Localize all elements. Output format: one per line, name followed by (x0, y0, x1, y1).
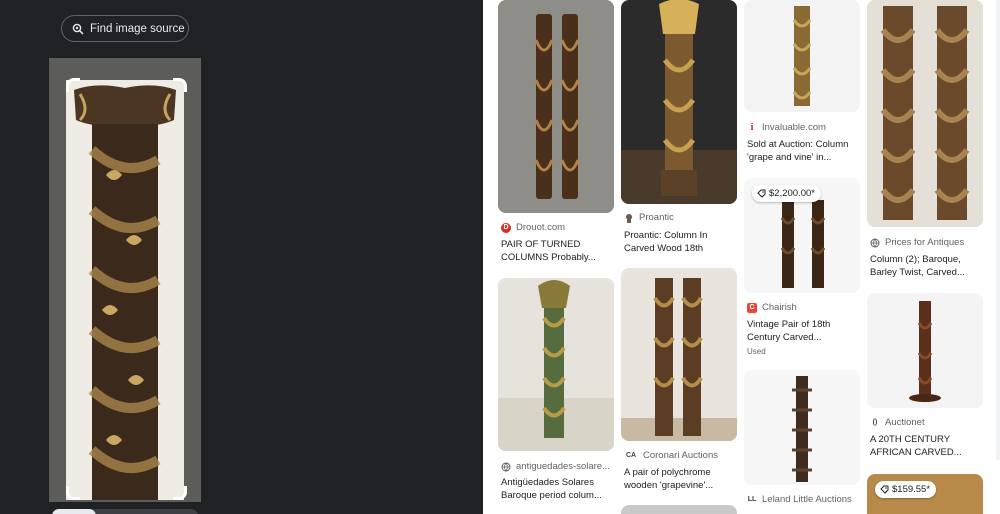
result-source: Proantic (624, 212, 736, 223)
result-thumbnail[interactable] (498, 278, 614, 451)
result-source: LL Leland Little Auctions (747, 494, 852, 505)
results-scrollbar[interactable] (996, 0, 1000, 460)
result-thumbnail[interactable] (621, 268, 737, 441)
result-source: C Chairish (747, 302, 859, 313)
result-thumbnail[interactable] (867, 0, 983, 227)
result-title[interactable]: Column (2); Baroque, Barley Twist, Carve… (870, 253, 982, 279)
result-source: () Auctionet (870, 417, 982, 428)
lens-search-icon (72, 23, 84, 35)
result-source: D Drouot.com (501, 222, 613, 233)
crop-handle-top-right[interactable] (173, 78, 187, 92)
result-title[interactable]: A 20TH CENTURY AFRICAN CARVED... (870, 433, 982, 459)
result-thumbnail[interactable] (621, 505, 737, 514)
price-tag-icon (880, 485, 889, 494)
price-tag-icon (757, 189, 766, 198)
result-title[interactable]: PAIR OF TURNED COLUMNS Probably... (501, 238, 613, 264)
result-source: CA Coronari Auctions (625, 450, 718, 461)
result-thumbnail[interactable] (744, 370, 860, 485)
lens-panel: Find image source (0, 0, 483, 514)
globe-icon (870, 238, 880, 248)
result-title[interactable]: Proantic: Column In Carved Wood 18th (624, 229, 736, 255)
mode-toggle[interactable] (52, 509, 198, 514)
invaluable-logo-icon: i (750, 122, 754, 133)
result-source: Prices for Antiques (870, 237, 982, 248)
result-title[interactable]: Vintage Pair of 18th Century Carved... (747, 318, 859, 344)
result-thumbnail[interactable] (621, 0, 737, 204)
result-title[interactable]: Antigüedades Solares Baroque period colu… (501, 476, 613, 502)
auctionet-logo-icon: () (872, 419, 878, 426)
query-image[interactable] (66, 80, 184, 500)
price-badge: $2,200.00* (752, 185, 821, 202)
result-thumbnail[interactable] (867, 293, 983, 408)
crop-handle-bottom-left[interactable] (66, 486, 80, 500)
condition-label: Used (747, 347, 766, 356)
globe-icon (501, 462, 511, 472)
proantic-logo-icon (624, 213, 634, 223)
result-thumbnail[interactable] (744, 0, 860, 112)
result-source: i Invaluable.com (747, 122, 859, 133)
find-image-source-label: Find image source (90, 22, 185, 35)
visual-matches: D Drouot.com PAIR OF TURNED COLUMNS Prob… (483, 0, 1000, 514)
result-thumbnail[interactable] (498, 0, 614, 213)
drouot-logo-icon: D (501, 222, 511, 233)
find-image-source-button[interactable]: Find image source (61, 15, 189, 42)
price-badge: $159.55* (875, 481, 937, 498)
crop-handle-top-left[interactable] (66, 78, 80, 92)
query-image-frame (49, 58, 201, 502)
leland-logo-icon: LL (747, 496, 757, 503)
result-title[interactable]: Sold at Auction: Column 'grape and vine'… (747, 138, 859, 164)
result-source: antiguedades-solare... (501, 461, 613, 472)
coronari-logo-icon: CA (625, 452, 637, 459)
result-title[interactable]: A pair of polychrome wooden 'grapevine'.… (624, 466, 736, 492)
chairish-logo-icon: C (747, 302, 757, 313)
